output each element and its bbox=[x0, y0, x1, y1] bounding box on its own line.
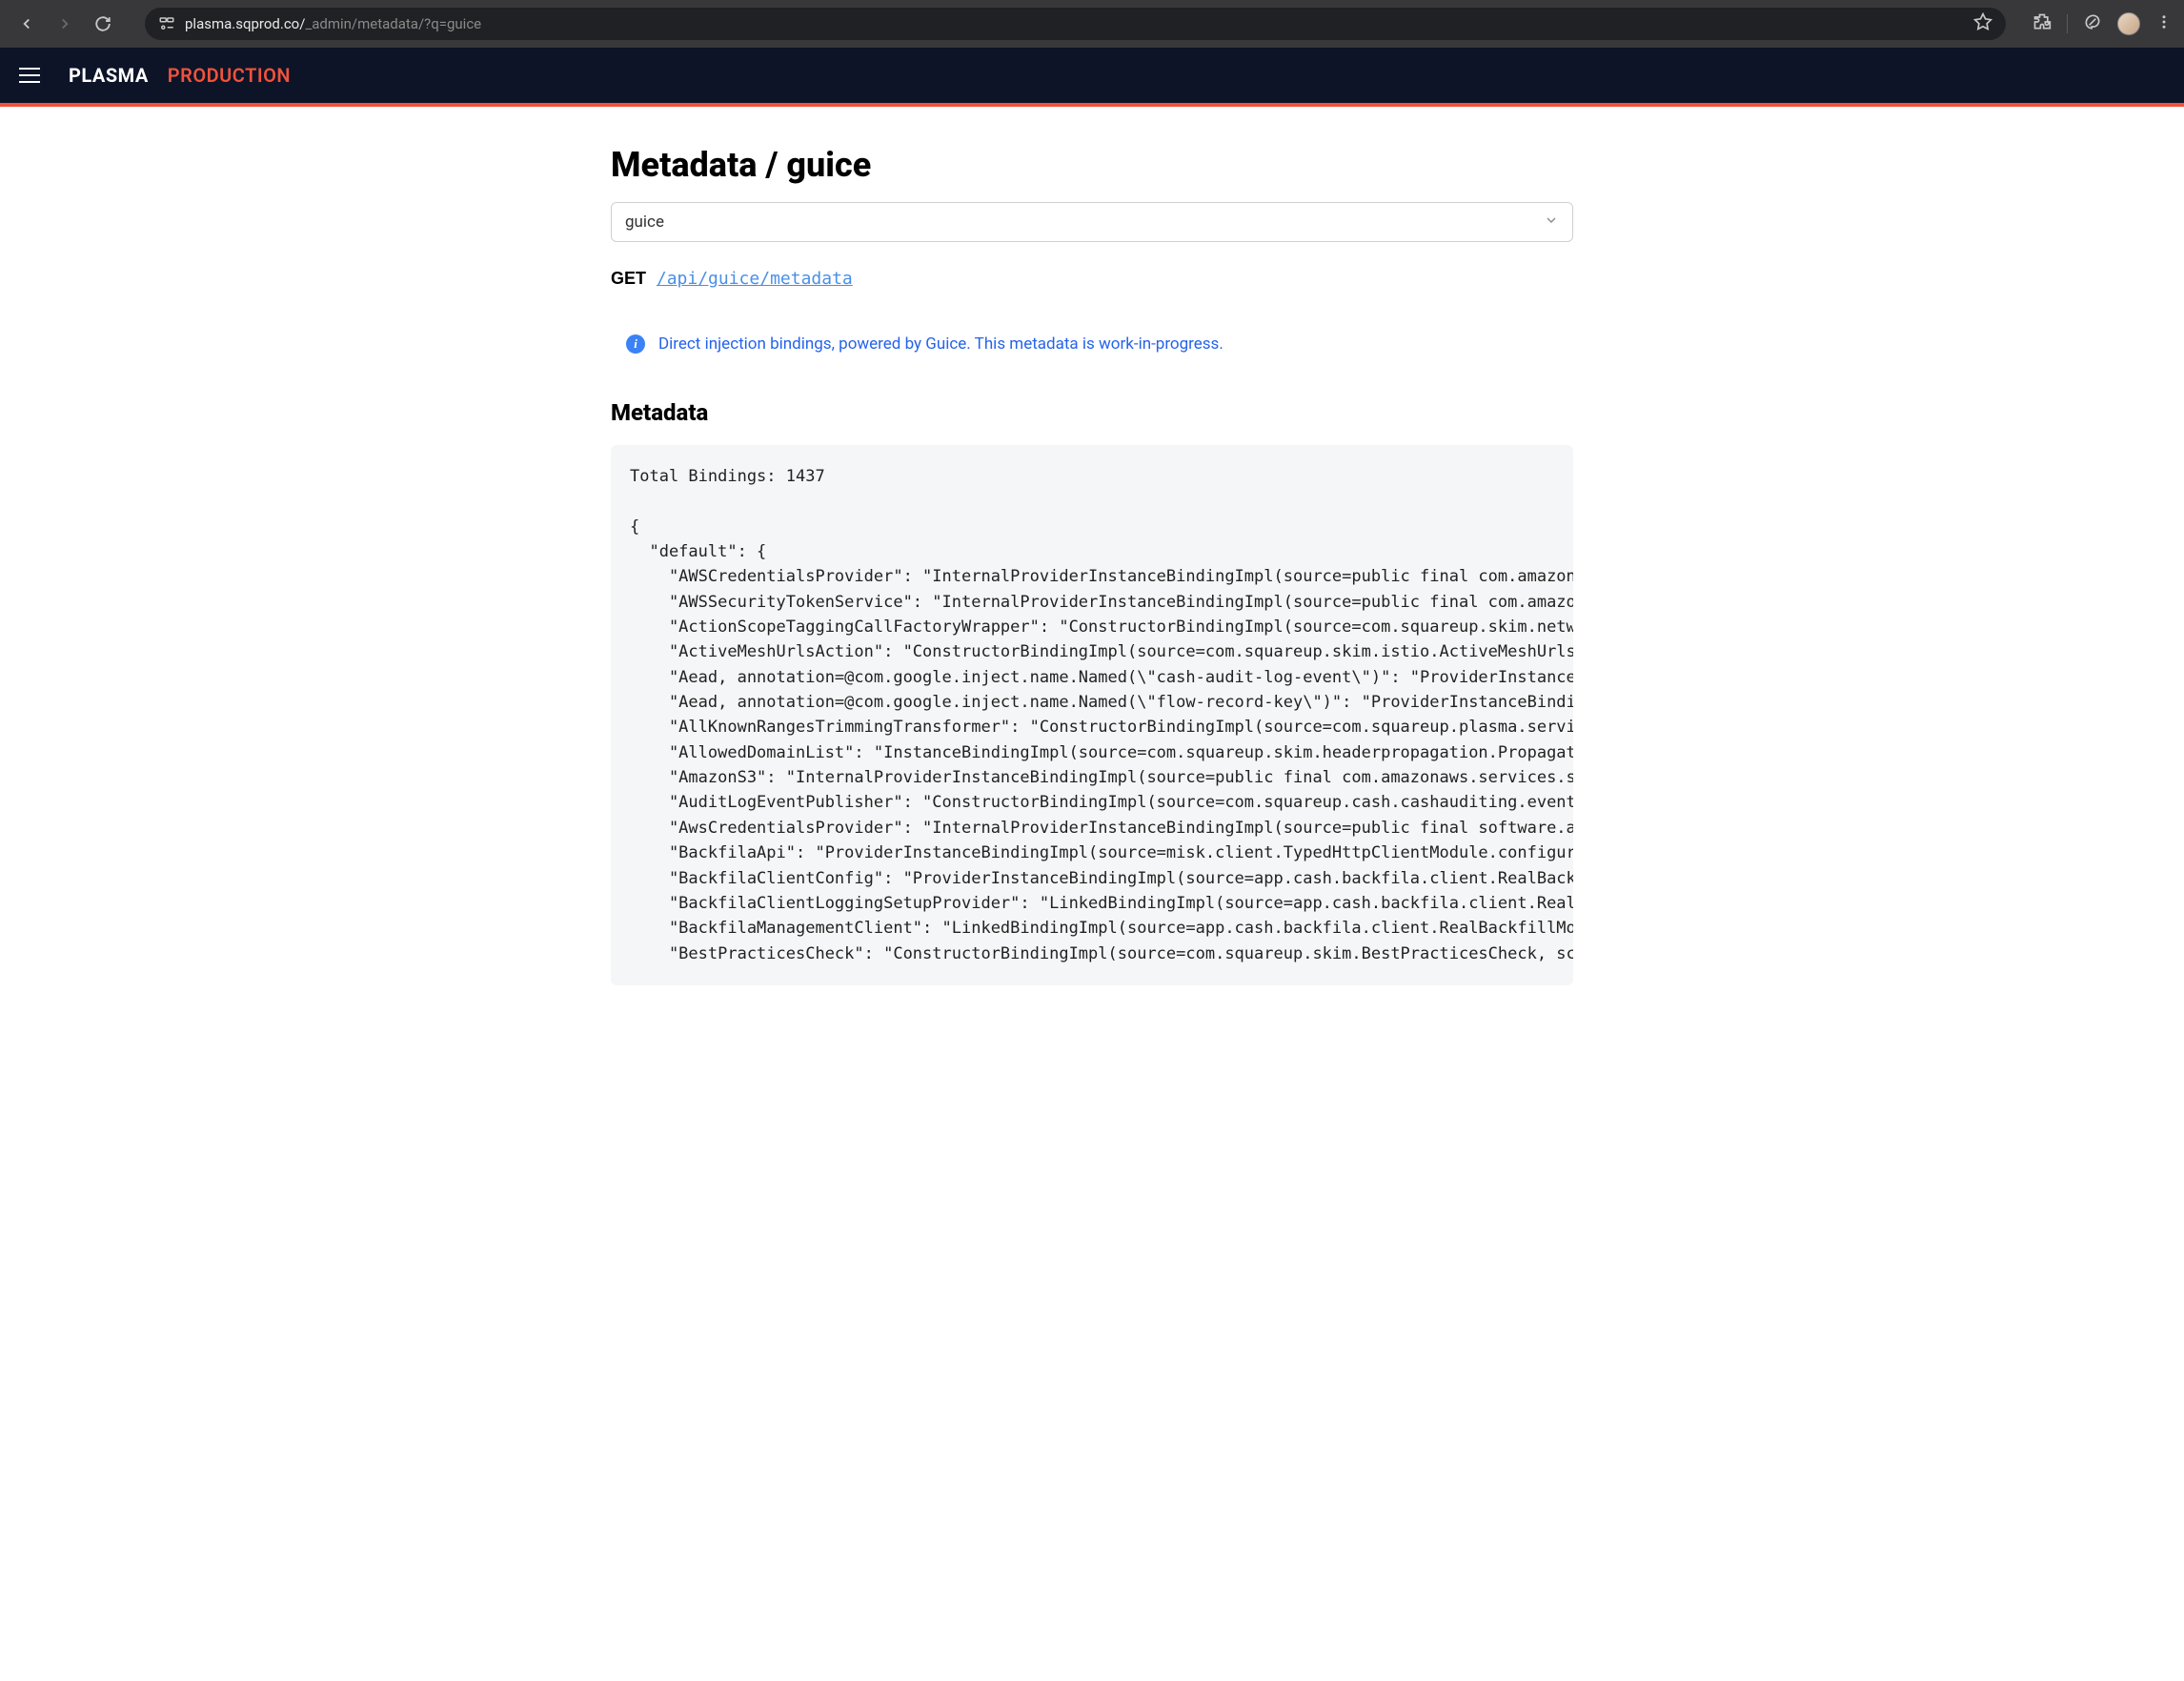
extensions-icon[interactable] bbox=[2032, 12, 2052, 35]
bookmark-star-icon[interactable] bbox=[1973, 12, 1992, 35]
json-body: { "default": { "AWSCredentialsProvider":… bbox=[630, 517, 1573, 963]
leaf-icon[interactable] bbox=[2083, 12, 2102, 35]
back-button[interactable] bbox=[11, 9, 42, 39]
chevron-down-icon bbox=[1544, 213, 1559, 232]
api-line: GET /api/guice/metadata bbox=[611, 269, 1573, 289]
info-banner: i Direct injection bindings, powered by … bbox=[611, 327, 1573, 361]
app-header: PLASMA PRODUCTION bbox=[0, 48, 2184, 107]
site-settings-icon[interactable] bbox=[158, 15, 175, 32]
hamburger-menu-icon[interactable] bbox=[19, 60, 50, 91]
url-bar[interactable]: plasma.sqprod.co/_admin/metadata/?q=guic… bbox=[145, 8, 2006, 40]
section-title: Metadata bbox=[611, 399, 1573, 426]
api-path-link[interactable]: /api/guice/metadata bbox=[657, 269, 853, 289]
metadata-select[interactable]: guice bbox=[611, 202, 1573, 242]
environment-label: PRODUCTION bbox=[168, 64, 291, 87]
page-title: Metadata / guice bbox=[611, 145, 1573, 185]
app-title: PLASMA bbox=[69, 64, 149, 87]
avatar[interactable] bbox=[2117, 12, 2140, 35]
info-text: Direct injection bindings, powered by Gu… bbox=[658, 334, 1223, 354]
page-content: Metadata / guice guice GET /api/guice/me… bbox=[592, 107, 1592, 1023]
total-bindings-line: Total Bindings: 1437 bbox=[630, 467, 825, 486]
browser-menu-icon[interactable] bbox=[2155, 13, 2173, 34]
api-method: GET bbox=[611, 269, 646, 288]
browser-chrome: plasma.sqprod.co/_admin/metadata/?q=guic… bbox=[0, 0, 2184, 48]
browser-actions bbox=[2032, 12, 2173, 35]
divider bbox=[2067, 14, 2068, 33]
forward-button[interactable] bbox=[50, 9, 80, 39]
metadata-code-block[interactable]: Total Bindings: 1437 { "default": { "AWS… bbox=[611, 445, 1573, 985]
reload-button[interactable] bbox=[88, 9, 118, 39]
select-value: guice bbox=[625, 213, 664, 232]
info-icon: i bbox=[626, 334, 645, 354]
url-text: plasma.sqprod.co/_admin/metadata/?q=guic… bbox=[185, 15, 481, 32]
